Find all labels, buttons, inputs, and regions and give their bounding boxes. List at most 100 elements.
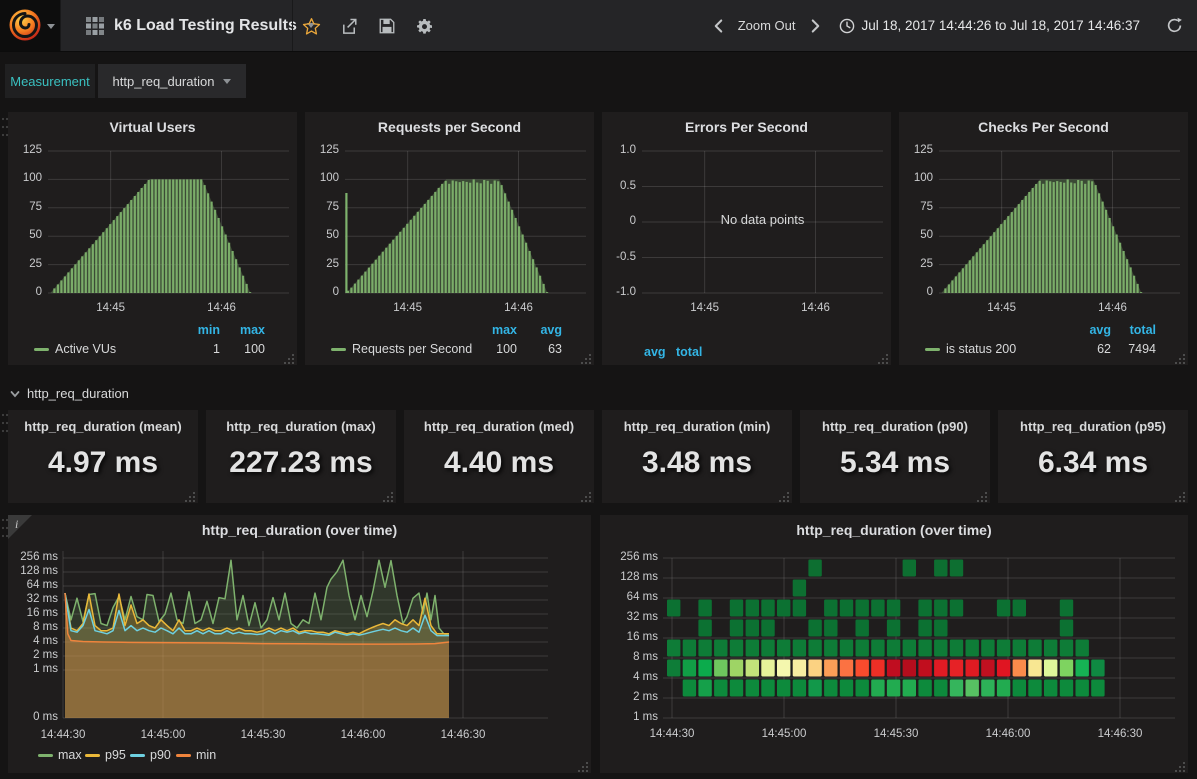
legend-series-label[interactable]: max [58,748,82,762]
refresh-button[interactable] [1166,17,1183,34]
heatmap-cell [761,660,774,677]
stat-panel-title[interactable]: http_req_duration (min) [602,419,792,434]
stat-panel-title[interactable]: http_req_duration (p95) [998,419,1188,434]
panel-resize-handle[interactable] [779,490,790,501]
legend-series-label[interactable]: min [196,748,216,762]
heatmap-cell [887,600,900,617]
stat-panel-title[interactable]: http_req_duration (p90) [800,419,990,434]
axis-tick-label: 14:46:30 [1085,728,1155,740]
heatmap-cell [714,660,727,677]
legend-series-label[interactable]: p95 [105,748,126,762]
logo-dropdown-caret[interactable] [47,24,55,29]
axis-tick-label: 256 ms [600,551,658,563]
row-drag-handle[interactable] [1,412,9,438]
measurement-variable-dropdown[interactable]: http_req_duration [98,64,246,98]
time-back-chevron[interactable] [713,18,724,34]
axis-tick-label: 25 [8,258,42,270]
axis-tick-label: 14:45:00 [749,728,819,740]
heatmap-cell [667,640,680,657]
heatmap-cell [1060,620,1073,637]
heatmap-cell [966,660,979,677]
share-button[interactable] [338,15,360,37]
legend-series-label[interactable]: Requests per Second [352,342,472,356]
navbar-time-controls: Zoom Out Jul 18, 2017 14:44:26 to Jul 18… [713,0,1183,51]
legend-series-label[interactable]: Active VUs [55,342,116,356]
heatmap-cell [903,680,916,697]
heatmap-cell [808,680,821,697]
panel-checks-per-second: Checks Per Second125100755025014:4514:46… [899,112,1188,365]
axis-tick-label: 14:46:00 [328,729,398,741]
legend-series-label[interactable]: is status 200 [946,342,1016,356]
legend-series-swatch [130,754,145,757]
time-range-picker[interactable]: Jul 18, 2017 14:44:26 to Jul 18, 2017 14… [839,18,1140,34]
axis-tick-label: 2 ms [8,649,58,661]
panel-errors-per-second: Errors Per Second1.00.50-0.5-1.014:4514:… [602,112,891,365]
save-icon [378,17,396,35]
heatmap-cell [856,680,869,697]
heatmap-cell [840,660,853,677]
legend-header[interactable]: total [676,345,716,359]
axis-tick-label: 0 ms [8,711,58,723]
legend-series-value: 63 [502,342,562,356]
legend-series-label[interactable]: p90 [150,748,171,762]
axis-tick-label: 14:46:30 [428,729,498,741]
heatmap-cell [871,660,884,677]
heatmap-cell [966,640,979,657]
panel-resize-handle[interactable] [383,490,394,501]
legend-header[interactable]: total [1096,323,1156,337]
axis-tick-label: 14:46 [484,302,554,314]
zoom-out-button[interactable]: Zoom Out [738,18,796,33]
panel-resize-handle[interactable] [581,490,592,501]
legend-series-value: 100 [205,342,265,356]
row-collapse-toggle[interactable]: http_req_duration [10,386,129,401]
heatmap-cell [950,660,963,677]
save-button[interactable] [376,15,398,37]
heatmap-cell [887,680,900,697]
row-drag-handle[interactable] [1,116,9,142]
panel-stat-1: http_req_duration (mean) 4.97 ms [8,410,198,503]
no-data-text: No data points [642,212,883,227]
panel-resize-handle[interactable] [1175,490,1186,501]
stat-panel-title[interactable]: http_req_duration (med) [404,419,594,434]
axis-tick-label: 50 [899,229,933,241]
dashboard-title-button[interactable]: k6 Load Testing Results [70,0,315,51]
star-button[interactable] [300,15,322,37]
stat-panel-title[interactable]: http_req_duration (max) [206,419,396,434]
heatmap-cell [698,600,711,617]
axis-tick-label: 1 ms [600,711,658,723]
panel-stat-3: http_req_duration (med) 4.40 ms [404,410,594,503]
heatmap-cell [934,660,947,677]
heatmap-cell [667,660,680,677]
heatmap-cell [981,680,994,697]
heatmap-cell [793,680,806,697]
axis-tick-label: 4 ms [600,671,658,683]
heatmap-cell [1013,640,1026,657]
heatmap-cell [793,580,806,597]
axis-tick-label: -0.5 [602,251,636,263]
heatmap-cell [683,640,696,657]
heatmap-cell [793,600,806,617]
heatmap-cell [1076,680,1089,697]
axis-tick-label: 100 [899,172,933,184]
panel-resize-handle[interactable] [185,490,196,501]
navbar: k6 Load Testing Results [0,0,1197,52]
legend-header[interactable]: max [205,323,265,337]
axis-tick-label: 64 ms [600,591,658,603]
heatmap-cell [698,660,711,677]
heatmap-cell [887,620,900,637]
grafana-logo[interactable] [0,0,60,51]
stat-panel-value: 4.40 ms [404,446,594,480]
axis-tick-label: 14:46 [187,302,257,314]
heatmap-cell [934,640,947,657]
heatmap-cell [683,660,696,677]
settings-button[interactable] [413,15,435,37]
stat-panel-title[interactable]: http_req_duration (mean) [8,419,198,434]
legend-header[interactable]: avg [502,323,562,337]
dashboard-title: k6 Load Testing Results [114,17,297,35]
heatmap-cell [761,600,774,617]
panel-resize-handle[interactable] [977,490,988,501]
stat-panel-value: 4.97 ms [8,446,198,480]
time-forward-chevron[interactable] [810,18,821,34]
row-drag-handle[interactable] [1,517,9,543]
axis-tick-label: 0 [8,286,42,298]
